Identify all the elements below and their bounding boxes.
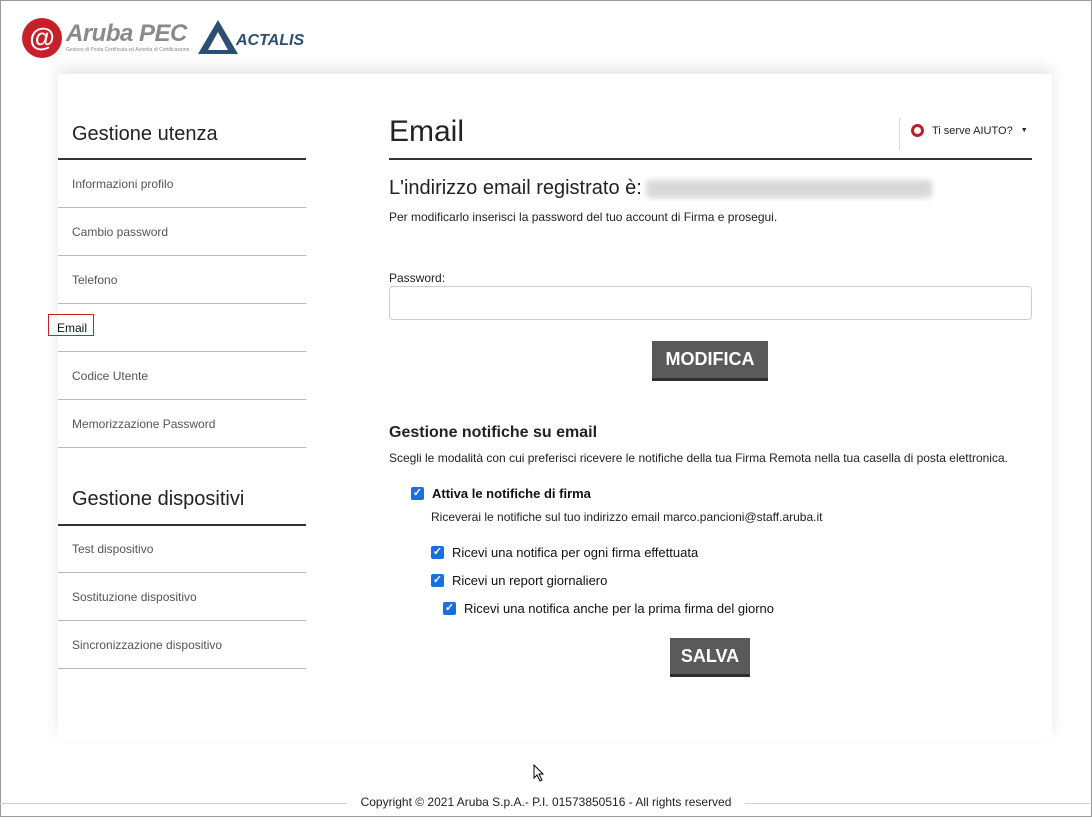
caret-down-icon: ▼ xyxy=(1020,127,1028,134)
daily-report-option[interactable]: ✓ Ricevi un report giornaliero xyxy=(431,573,607,588)
sidebar-item-informazioni-profilo[interactable]: Informazioni profilo xyxy=(58,161,306,208)
checkbox-checked-icon[interactable]: ✓ xyxy=(431,574,444,587)
sidebar-item-cambio-password[interactable]: Cambio password xyxy=(58,209,306,256)
password-label: Password: xyxy=(389,271,446,285)
notifications-title: Gestione notifiche su email xyxy=(389,424,598,441)
registered-email-heading: L'indirizzo email registrato è: xyxy=(389,177,932,200)
sidebar-item-email-label[interactable]: Email xyxy=(57,321,87,335)
help-dropdown[interactable]: Ti serve AIUTO? ▼ xyxy=(911,124,1028,137)
aruba-seal-icon: @ xyxy=(22,18,62,58)
password-input[interactable] xyxy=(389,286,1032,320)
sidebar-section-title-dispositivi: Gestione dispositivi xyxy=(72,488,245,510)
actalis-brand: ACTALIS xyxy=(236,32,305,49)
help-label: Ti serve AIUTO? xyxy=(932,124,1013,137)
registered-email-instructions: Per modificarlo inserisci la password de… xyxy=(389,210,778,224)
aruba-tagline: Gestore di Posta Certificata ed Autorita… xyxy=(66,47,190,53)
first-signature-label: Ricevi una notifica anche per la prima f… xyxy=(464,601,774,616)
mouse-cursor-icon xyxy=(533,764,545,782)
registered-email-redacted xyxy=(645,179,932,198)
activate-notifications-label: Attiva le notifiche di firma xyxy=(432,486,591,501)
checkbox-checked-icon[interactable]: ✓ xyxy=(431,546,444,559)
sidebar-item-test-dispositivo[interactable]: Test dispositivo xyxy=(58,526,306,573)
notify-each-signature-option[interactable]: ✓ Ricevi una notifica per ogni firma eff… xyxy=(431,545,698,560)
help-divider xyxy=(899,118,900,150)
sidebar-item-memorizzazione-password[interactable]: Memorizzazione Password xyxy=(58,401,306,448)
lifebuoy-icon xyxy=(911,124,924,137)
checkbox-checked-icon[interactable]: ✓ xyxy=(443,602,456,615)
checkbox-checked-icon[interactable]: ✓ xyxy=(411,487,424,500)
sidebar-item-sostituzione-dispositivo[interactable]: Sostituzione dispositivo xyxy=(58,574,306,621)
aruba-pec-logo: @ Aruba PEC Gestore di Posta Certificata… xyxy=(22,16,190,58)
copyright-text: Copyright © 2021 Aruba S.p.A.- P.I. 0157… xyxy=(346,795,746,809)
sidebar-section-title-utenza: Gestione utenza xyxy=(72,123,218,145)
daily-report-label: Ricevi un report giornaliero xyxy=(452,573,608,588)
page-title: Email xyxy=(389,115,465,148)
salva-button[interactable]: SALVA xyxy=(670,638,750,677)
notifications-description: Scegli le modalità con cui preferisci ri… xyxy=(389,451,1008,465)
sidebar-item-email[interactable] xyxy=(58,305,306,352)
first-signature-option[interactable]: ✓ Ricevi una notifica anche per la prima… xyxy=(443,601,774,616)
notify-each-signature-label: Ricevi una notifica per ogni firma effet… xyxy=(452,545,699,560)
sidebar-item-sincronizzazione-dispositivo[interactable]: Sincronizzazione dispositivo xyxy=(58,622,306,669)
sidebar-item-codice-utente[interactable]: Codice Utente xyxy=(58,353,306,400)
content-card: Gestione utenza Informazioni profilo Cam… xyxy=(48,74,1052,740)
footer: Copyright © 2021 Aruba S.p.A.- P.I. 0157… xyxy=(0,795,1092,809)
sidebar-item-telefono[interactable]: Telefono xyxy=(58,257,306,304)
registered-email-label: L'indirizzo email registrato è: xyxy=(389,177,642,199)
actalis-logo: ACTALIS xyxy=(198,18,314,58)
activate-notifications-option[interactable]: ✓ Attiva le notifiche di firma xyxy=(411,486,591,501)
sidebar-rule xyxy=(58,158,306,160)
aruba-brand: Aruba PEC xyxy=(66,20,187,47)
notifications-address-note: Riceverai le notifiche sul tuo indirizzo… xyxy=(431,510,823,524)
modifica-button[interactable]: MODIFICA xyxy=(652,341,768,381)
title-rule xyxy=(389,158,1032,160)
